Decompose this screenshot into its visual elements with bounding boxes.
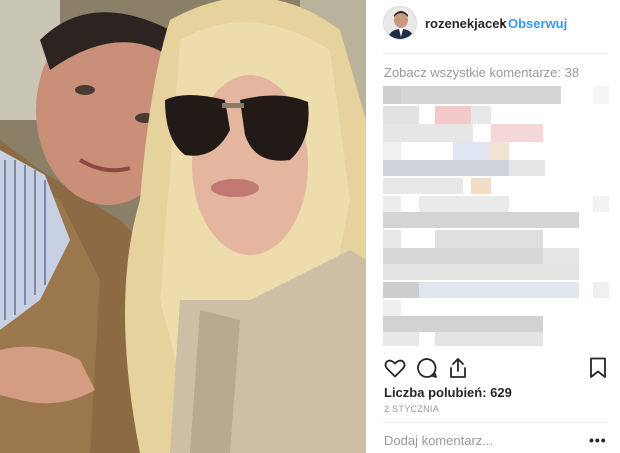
avatar[interactable] (383, 6, 417, 40)
post-side-panel: rozenekjacek • Obserwuj Zobacz wszystkie… (366, 0, 620, 453)
comment-icon[interactable] (415, 356, 439, 380)
share-icon[interactable] (446, 356, 470, 380)
post-date: 2 STYCZNIA (384, 404, 440, 414)
separator-dot: • (500, 16, 505, 31)
follow-button[interactable]: Obserwuj (508, 16, 567, 31)
post-photo (0, 0, 366, 453)
comment-divider (383, 422, 608, 423)
post-header: rozenekjacek • Obserwuj (366, 0, 620, 52)
pixelated-comments-image (383, 86, 609, 346)
comment-input[interactable]: Dodaj komentarz... (384, 433, 574, 448)
avatar-image (384, 7, 416, 39)
header-divider (383, 53, 608, 54)
view-all-comments-link[interactable]: Zobacz wszystkie komentarze: 38 (384, 65, 579, 80)
pixelated-comments (383, 86, 609, 348)
username-link[interactable]: rozenekjacek (425, 16, 507, 31)
likes-count[interactable]: Liczba polubień: 629 (384, 385, 512, 400)
bookmark-icon[interactable] (586, 356, 610, 380)
post-photo-image (0, 0, 366, 453)
action-bar (383, 356, 609, 380)
more-options-icon[interactable]: ••• (589, 432, 607, 448)
heart-icon[interactable] (383, 356, 407, 380)
